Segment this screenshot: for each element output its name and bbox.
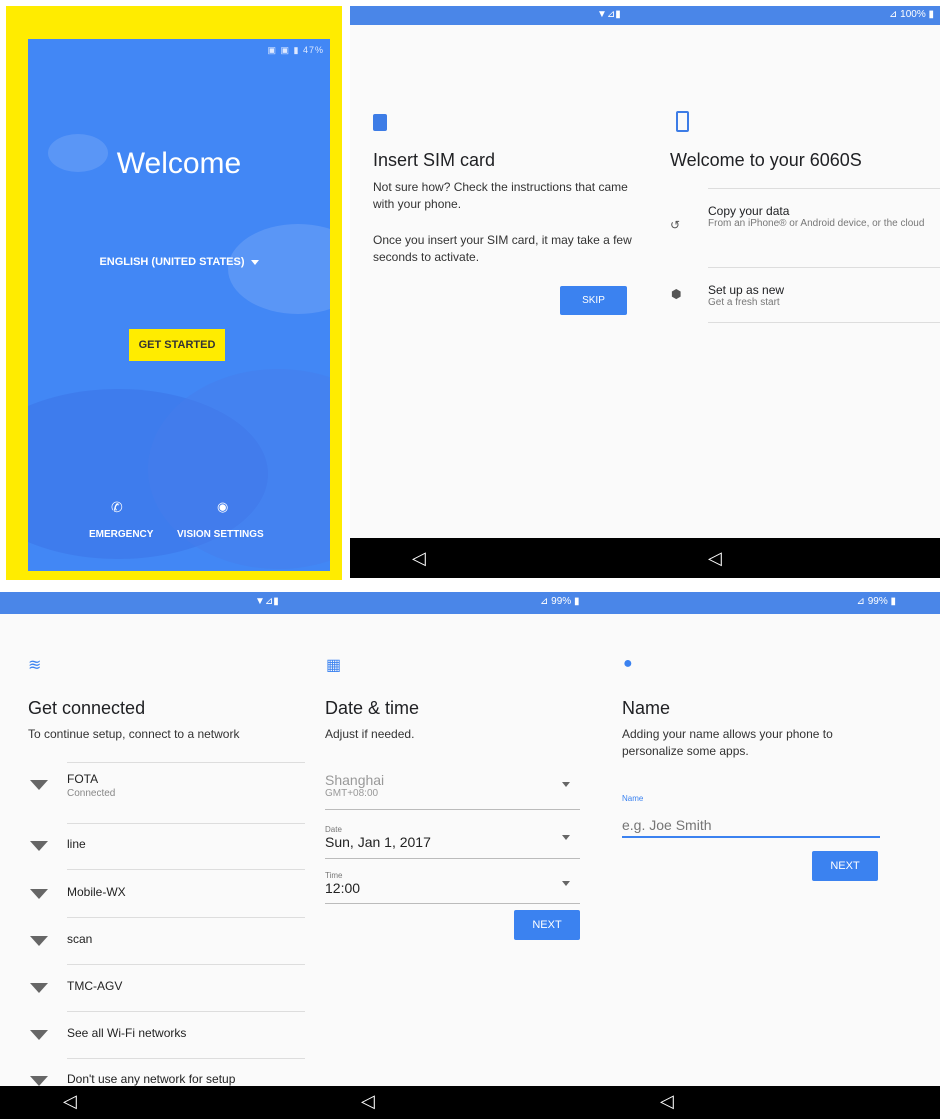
set-up-new-subtitle: Get a fresh start xyxy=(708,297,780,308)
name-input[interactable] xyxy=(622,814,880,838)
copy-data-title: Copy your data xyxy=(708,204,790,218)
back-icon[interactable]: ◁ xyxy=(660,1091,674,1112)
next-button[interactable]: NEXT xyxy=(812,851,878,881)
language-selector[interactable]: ENGLISH (UNITED STATES) xyxy=(28,256,330,268)
wifi-signal-icon: ▼⊿▮ xyxy=(255,596,279,607)
time-value: 12:00 xyxy=(325,880,361,896)
status-right: ⊿ 99% ▮ xyxy=(856,596,896,607)
wifi-signal-icon xyxy=(30,841,48,851)
eye-icon[interactable]: ◉ xyxy=(217,499,228,515)
history-icon: ↺ xyxy=(670,218,681,232)
cloud-decoration xyxy=(228,224,330,314)
network-item[interactable]: scan xyxy=(30,918,305,964)
wifi-icon: ≋ xyxy=(28,657,42,674)
date-time-subtitle: Adjust if needed. xyxy=(325,727,415,741)
connect-subtitle: To continue setup, connect to a network xyxy=(28,727,240,741)
see-all-networks-item[interactable]: See all Wi-Fi networks xyxy=(30,1012,305,1058)
wifi-off-icon xyxy=(30,1076,48,1086)
get-started-button[interactable]: GET STARTED xyxy=(129,329,225,361)
date-select[interactable]: Date Sun, Jan 1, 2017 xyxy=(325,825,580,859)
sim-card-icon xyxy=(373,114,387,131)
back-icon[interactable]: ◁ xyxy=(412,548,426,569)
timezone-offset: GMT+08:00 xyxy=(325,788,379,799)
battery-text: 47% xyxy=(302,45,324,55)
next-button[interactable]: NEXT xyxy=(514,910,580,940)
dropdown-caret-icon xyxy=(562,782,570,787)
wifi-signal-icon xyxy=(30,889,48,899)
name-title: Name xyxy=(622,698,671,718)
gear-icon: ⬢ xyxy=(671,287,682,301)
copy-data-subtitle: From an iPhone® or Android device, or th… xyxy=(708,218,925,229)
sim-welcome-panel: ▼⊿▮ ⊿ 100% ▮ Insert SIM card Not sure ho… xyxy=(350,6,940,578)
date-time-title: Date & time xyxy=(325,698,420,718)
battery-text: 100% xyxy=(900,9,926,20)
welcome-screen: ▣ ▣ ▮ 47% Welcome ENGLISH (UNITED STATES… xyxy=(28,39,330,571)
status-bar: ▣ ▣ ▮ 47% xyxy=(267,45,324,55)
language-label: ENGLISH (UNITED STATES) xyxy=(99,256,245,268)
network-name: Mobile-WX xyxy=(67,885,126,899)
status-mid: ⊿ 99% ▮ xyxy=(540,596,580,607)
phone-icon[interactable]: ✆ xyxy=(111,499,123,516)
dropdown-caret-icon xyxy=(562,881,570,886)
network-name: scan xyxy=(67,932,93,946)
vision-settings-button[interactable]: VISION SETTINGS xyxy=(177,529,264,540)
sim-instructions: Not sure how? Check the instructions tha… xyxy=(373,180,628,211)
navigation-bar: ◁ ◁ xyxy=(350,538,940,578)
wifi-signal-icon: ▼⊿▮ xyxy=(597,9,621,20)
calendar-icon: ▦ xyxy=(326,657,342,674)
emergency-button[interactable]: EMERGENCY xyxy=(89,529,153,540)
back-icon[interactable]: ◁ xyxy=(63,1091,77,1112)
network-status: Connected xyxy=(67,788,116,799)
copy-data-option[interactable]: Copy your data From an iPhone® or Androi… xyxy=(708,188,940,268)
date-label: Date xyxy=(325,825,342,834)
wifi-signal-icon xyxy=(30,780,48,790)
setup-steps-panel: ▼⊿▮ ⊿ 99% ▮ ⊿ 99% ▮ ≋ Get connected To c… xyxy=(0,592,940,1119)
time-select[interactable]: Time 12:00 xyxy=(325,871,580,904)
navigation-bar: ◁ ◁ ◁ xyxy=(0,1086,940,1119)
network-name: line xyxy=(67,837,86,851)
network-item[interactable]: TMC-AGV xyxy=(30,965,305,1011)
dropdown-caret-icon xyxy=(250,259,259,265)
name-label: Name xyxy=(622,794,644,803)
welcome-panel-highlight: ▣ ▣ ▮ 47% Welcome ENGLISH (UNITED STATES… xyxy=(6,6,342,580)
network-item[interactable]: Mobile-WX xyxy=(30,871,305,917)
network-name: TMC-AGV xyxy=(67,979,123,993)
timezone-value: Shanghai xyxy=(325,772,385,788)
network-name: Don't use any network for setup xyxy=(67,1072,236,1086)
time-label: Time xyxy=(325,871,343,880)
back-icon[interactable]: ◁ xyxy=(361,1091,375,1112)
network-name: See all Wi-Fi networks xyxy=(67,1026,187,1040)
welcome-device-title: Welcome to your 6060S xyxy=(670,150,862,170)
set-up-new-option[interactable]: Set up as new Get a fresh start xyxy=(708,267,940,323)
network-item[interactable]: FOTA Connected xyxy=(30,762,305,808)
wifi-signal-icon xyxy=(30,1030,48,1040)
dropdown-caret-icon xyxy=(562,835,570,840)
status-right: ⊿ 100% ▮ xyxy=(888,9,934,20)
wifi-signal-icon xyxy=(30,983,48,993)
status-bar: ▼⊿▮ ⊿ 100% ▮ xyxy=(350,6,940,25)
sim-title: Insert SIM card xyxy=(373,150,496,170)
network-name: FOTA xyxy=(67,772,99,786)
phone-device-icon xyxy=(676,111,689,132)
welcome-title: Welcome xyxy=(116,147,242,180)
timezone-select[interactable]: Shanghai GMT+08:00 xyxy=(325,772,580,810)
back-icon[interactable]: ◁ xyxy=(708,548,722,569)
network-item[interactable]: line xyxy=(30,823,305,869)
skip-button[interactable]: SKIP xyxy=(560,286,627,315)
sim-activation-text: Once you insert your SIM card, it may ta… xyxy=(373,233,632,264)
wifi-signal-icon xyxy=(30,936,48,946)
set-up-new-title: Set up as new xyxy=(708,283,785,297)
battery-text: 99% xyxy=(551,596,572,607)
status-bar: ▼⊿▮ ⊿ 99% ▮ ⊿ 99% ▮ xyxy=(0,592,940,614)
name-subtitle: Adding your name allows your phone to pe… xyxy=(622,727,833,758)
date-value: Sun, Jan 1, 2017 xyxy=(325,834,431,850)
battery-text: 99% xyxy=(867,596,888,607)
account-icon: ● xyxy=(623,655,633,672)
connect-title: Get connected xyxy=(28,698,146,718)
